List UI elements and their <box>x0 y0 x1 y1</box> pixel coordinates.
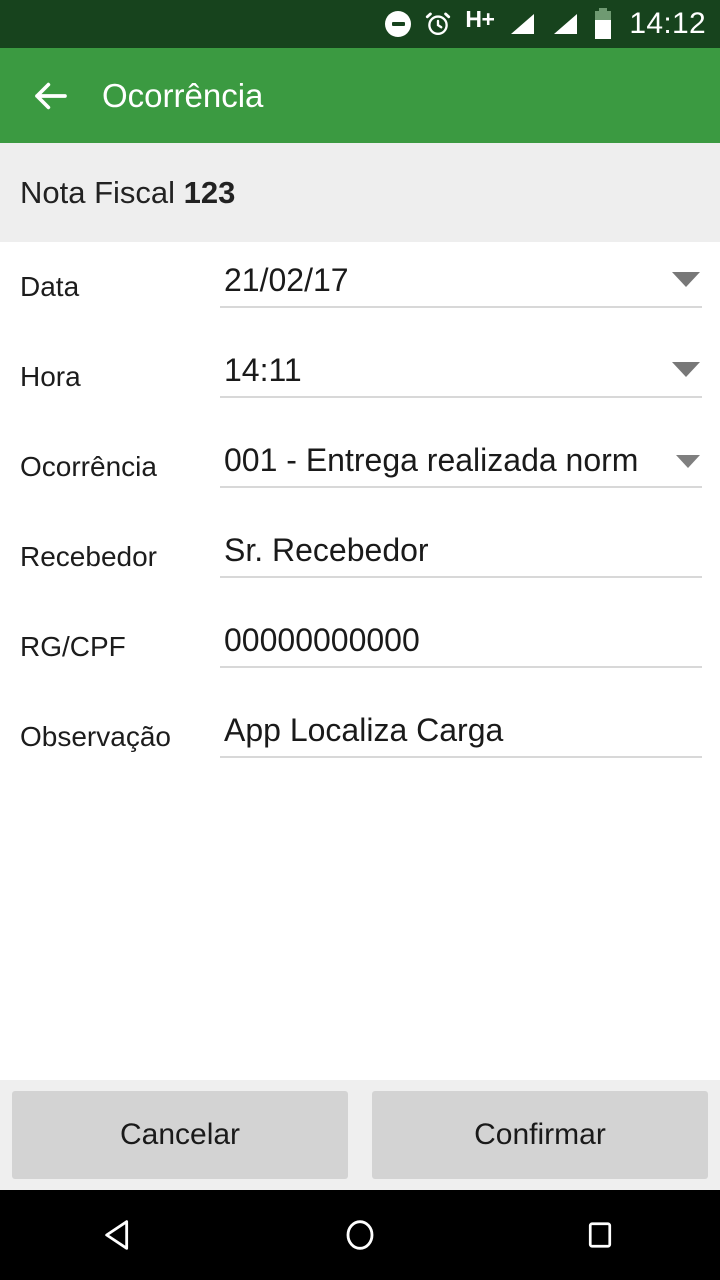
page-title: Ocorrência <box>102 76 264 114</box>
triangle-back-icon[interactable] <box>75 1190 165 1280</box>
field-rg-cpf[interactable]: 00000000000 <box>220 602 702 692</box>
form-row-observacao: Observação App Localiza Carga <box>0 692 720 782</box>
app-bar: Ocorrência <box>0 48 720 143</box>
android-nav-bar <box>0 1190 720 1280</box>
square-recents-icon[interactable] <box>555 1190 645 1280</box>
field-label-rg-cpf: RG/CPF <box>20 631 126 662</box>
arrow-left-icon[interactable] <box>24 69 78 123</box>
field-hora[interactable]: 14:11 <box>220 332 702 422</box>
signal-bar-icon <box>550 10 580 38</box>
field-ocorrencia[interactable]: 001 - Entrega realizada norm <box>220 422 702 512</box>
field-data[interactable]: 21/02/17 <box>220 242 702 332</box>
field-value-hora: 14:11 <box>224 352 302 388</box>
field-underline <box>220 396 702 398</box>
chevron-down-icon[interactable] <box>672 362 700 377</box>
status-bar-clock: 14:12 <box>629 7 706 40</box>
network-type-label: H+ <box>465 5 495 32</box>
status-bar: H+ 14:12 <box>0 0 720 48</box>
field-label-recebedor: Recebedor <box>20 541 157 572</box>
phone-screen: H+ 14:12 Ocorrência Nota Fiscal 123 Data… <box>0 0 720 1280</box>
chevron-down-icon[interactable] <box>676 455 700 468</box>
field-observacao[interactable]: App Localiza Carga <box>220 692 702 782</box>
form-row-recebedor: Recebedor Sr. Recebedor <box>0 512 720 602</box>
field-underline <box>220 756 702 758</box>
field-value-rg-cpf: 00000000000 <box>224 622 420 658</box>
alarm-clock-icon <box>424 10 452 38</box>
field-label-hora: Hora <box>20 361 81 392</box>
form-row-hora: Hora 14:11 <box>0 332 720 422</box>
field-value-ocorrencia: 001 - Entrega realizada norm <box>224 442 639 478</box>
field-underline <box>220 576 702 578</box>
occurrence-form: Data 21/02/17 Hora 14:11 Ocorrência 001 … <box>0 242 720 782</box>
field-underline <box>220 666 702 668</box>
field-label-observacao: Observação <box>20 721 171 752</box>
field-label-ocorrencia: Ocorrência <box>20 451 157 482</box>
signal-bar-icon <box>507 10 537 38</box>
nota-fiscal-band: Nota Fiscal 123 <box>0 143 720 242</box>
field-recebedor[interactable]: Sr. Recebedor <box>220 512 702 602</box>
circle-home-icon[interactable] <box>315 1190 405 1280</box>
field-underline <box>220 306 702 308</box>
footer-button-bar: Cancelar Confirmar <box>0 1080 720 1190</box>
field-underline <box>220 486 702 488</box>
chevron-down-icon[interactable] <box>672 272 700 287</box>
battery-icon <box>593 8 613 40</box>
form-row-rg-cpf: RG/CPF 00000000000 <box>0 602 720 692</box>
field-value-data: 21/02/17 <box>224 262 349 298</box>
field-value-observacao: App Localiza Carga <box>224 712 504 748</box>
form-row-data: Data 21/02/17 <box>0 242 720 332</box>
confirm-button[interactable]: Confirmar <box>372 1091 708 1179</box>
cancel-button[interactable]: Cancelar <box>12 1091 348 1179</box>
nota-fiscal-value: 123 <box>183 174 236 210</box>
form-row-ocorrencia: Ocorrência 001 - Entrega realizada norm <box>0 422 720 512</box>
field-label-data: Data <box>20 271 80 302</box>
field-value-recebedor: Sr. Recebedor <box>224 532 429 568</box>
do-not-disturb-icon <box>385 11 412 37</box>
nota-fiscal-label: Nota Fiscal <box>20 174 176 210</box>
